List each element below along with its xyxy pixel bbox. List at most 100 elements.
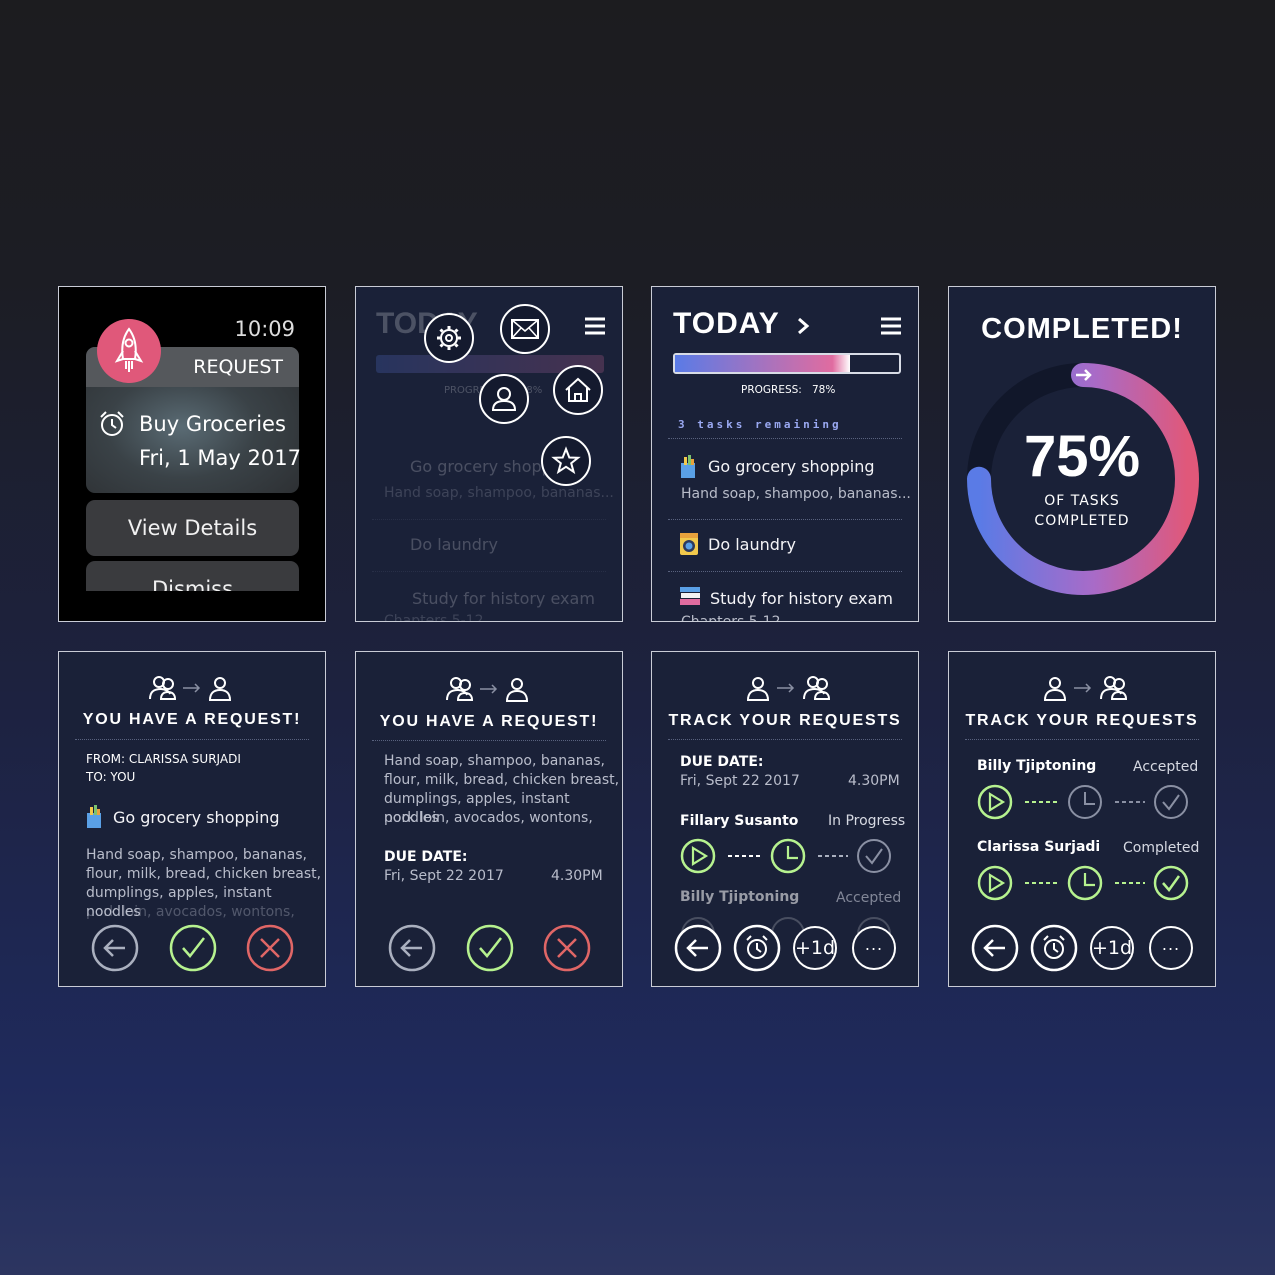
alarm-clock-icon[interactable] — [732, 923, 782, 973]
caption-line1: OF TASKS — [1044, 493, 1120, 509]
check-icon — [1154, 785, 1188, 819]
snooze-one-day-button[interactable]: +1d — [1090, 926, 1134, 970]
alarm-clock-icon — [100, 411, 124, 436]
to-label: TO: YOU — [86, 770, 136, 784]
status-track — [977, 784, 1188, 820]
star-icon[interactable] — [540, 435, 592, 487]
track-heading: TRACK YOUR REQUESTS — [965, 712, 1199, 729]
clock-icon — [770, 838, 806, 874]
clock-time: 10:09 — [234, 317, 295, 341]
completed-screen: COMPLETED! 75% OF TASKS COMPLETED — [948, 286, 1216, 622]
request-heading: YOU HAVE A REQUEST! — [82, 711, 302, 728]
view-details-button[interactable]: View Details — [86, 500, 299, 556]
clock-icon — [1068, 785, 1102, 819]
play-icon — [680, 838, 716, 874]
status-track — [680, 838, 891, 874]
divider — [372, 571, 606, 572]
task-date: Fri, 1 May 2017 — [139, 446, 301, 470]
home-icon[interactable] — [552, 364, 604, 416]
status-track — [977, 865, 1189, 901]
rocket-icon — [114, 327, 144, 372]
settings-gear-icon[interactable] — [423, 312, 475, 364]
back-arrow-icon[interactable] — [970, 923, 1020, 973]
task-name: Do laundry — [410, 535, 498, 554]
decline-x-icon[interactable] — [246, 924, 294, 972]
back-arrow-icon[interactable] — [388, 924, 436, 972]
item-line: pork loin, avocados, wontons, — [86, 904, 295, 920]
alarm-clock-icon[interactable] — [1029, 923, 1079, 973]
due-time-value: 4.30PM — [551, 868, 603, 884]
item-line: flour, milk, bread, chicken breast, — [384, 772, 620, 788]
progress-bar — [673, 353, 901, 374]
track-screen-a: TRACK YOUR REQUESTS DUE DATE: Fri, Sept … — [651, 651, 919, 987]
person-name: Fillary Susanto — [680, 813, 799, 829]
play-icon — [977, 784, 1013, 820]
accept-check-icon[interactable] — [169, 924, 217, 972]
task-name[interactable]: Do laundry — [708, 535, 796, 554]
divider — [668, 438, 902, 439]
track-screen-b: TRACK YOUR REQUESTS Billy Tjiptoning Acc… — [948, 651, 1216, 987]
divider — [668, 519, 902, 520]
hamburger-menu-icon[interactable] — [880, 317, 902, 335]
task-name[interactable]: Study for history exam — [710, 589, 893, 608]
check-icon — [857, 839, 891, 873]
request-screen-a: YOU HAVE A REQUEST! FROM: CLARISSA SURJA… — [58, 651, 326, 987]
divider — [965, 739, 1199, 740]
progress-label: PROGRESS: — [741, 384, 802, 396]
rocket-badge — [97, 319, 161, 383]
more-options-button[interactable]: ... — [1149, 926, 1193, 970]
divider — [372, 740, 606, 741]
books-icon — [680, 587, 700, 605]
notification-screen: 10:09 REQUEST Buy Groceries Fri, 1 May 2… — [58, 286, 326, 622]
chevron-right-icon[interactable] — [796, 317, 810, 335]
more-options-button[interactable]: ... — [852, 926, 896, 970]
divider — [372, 519, 606, 520]
request-heading: YOU HAVE A REQUEST! — [379, 713, 599, 730]
person-status: Completed — [1123, 840, 1200, 856]
divider — [75, 739, 309, 740]
dismiss-button[interactable]: Dismiss — [86, 561, 299, 591]
grocery-bag-icon — [87, 805, 101, 828]
play-icon — [977, 865, 1013, 901]
user-profile-icon[interactable] — [478, 373, 530, 425]
hamburger-menu-icon[interactable] — [584, 317, 606, 335]
grocery-bag-icon — [681, 455, 695, 478]
item-line: Hand soap, shampoo, bananas, — [384, 753, 605, 769]
caption-line2: COMPLETED — [1034, 513, 1130, 529]
person-status: In Progress — [828, 813, 906, 829]
person-to-group-icon — [746, 676, 831, 701]
clock-icon — [1067, 865, 1103, 901]
today-title[interactable]: TODAY — [673, 307, 780, 341]
back-arrow-icon[interactable] — [673, 923, 723, 973]
menu-overlay-screen: TODAY PROGRESS: 78% Go grocery shopping … — [355, 286, 623, 622]
task-detail: Chapters 5-12 — [681, 614, 781, 622]
task-detail: Hand soap, shampoo, bananas... — [681, 486, 911, 502]
mail-icon[interactable] — [499, 303, 551, 355]
accept-check-icon[interactable] — [466, 924, 514, 972]
task-name: Go grocery shopping — [113, 808, 280, 827]
due-date-value: Fri, Sept 22 2017 — [680, 773, 800, 789]
track-heading: TRACK YOUR REQUESTS — [668, 712, 902, 729]
person-name: Billy Tjiptoning — [977, 758, 1097, 774]
task-title: Buy Groceries — [139, 412, 286, 436]
task-name[interactable]: Go grocery shopping — [708, 457, 875, 476]
snooze-one-day-button[interactable]: +1d — [793, 926, 837, 970]
divider — [668, 739, 902, 740]
divider — [668, 571, 902, 572]
progress-fill — [675, 355, 850, 372]
task-detail: Chapters 5-12 — [384, 613, 484, 622]
item-line: flour, milk, bread, chicken breast, — [86, 866, 322, 882]
task-detail: Hand soap, shampoo, bananas... — [384, 485, 614, 501]
due-date-label: DUE DATE: — [680, 754, 764, 770]
item-line: pork loin, avocados, wontons, — [384, 810, 593, 826]
back-arrow-icon[interactable] — [91, 924, 139, 972]
person-to-group-icon — [1043, 676, 1128, 701]
washing-machine-icon — [680, 533, 698, 555]
group-to-person-icon — [149, 676, 232, 701]
tasks-remaining: 3 tasks remaining — [678, 418, 842, 431]
person-name: Clarissa Surjadi — [977, 839, 1101, 855]
decline-x-icon[interactable] — [543, 924, 591, 972]
from-label: FROM: CLARISSA SURJADI — [86, 752, 241, 766]
item-line: Hand soap, shampoo, bananas, — [86, 847, 307, 863]
group-to-person-icon — [446, 677, 529, 702]
